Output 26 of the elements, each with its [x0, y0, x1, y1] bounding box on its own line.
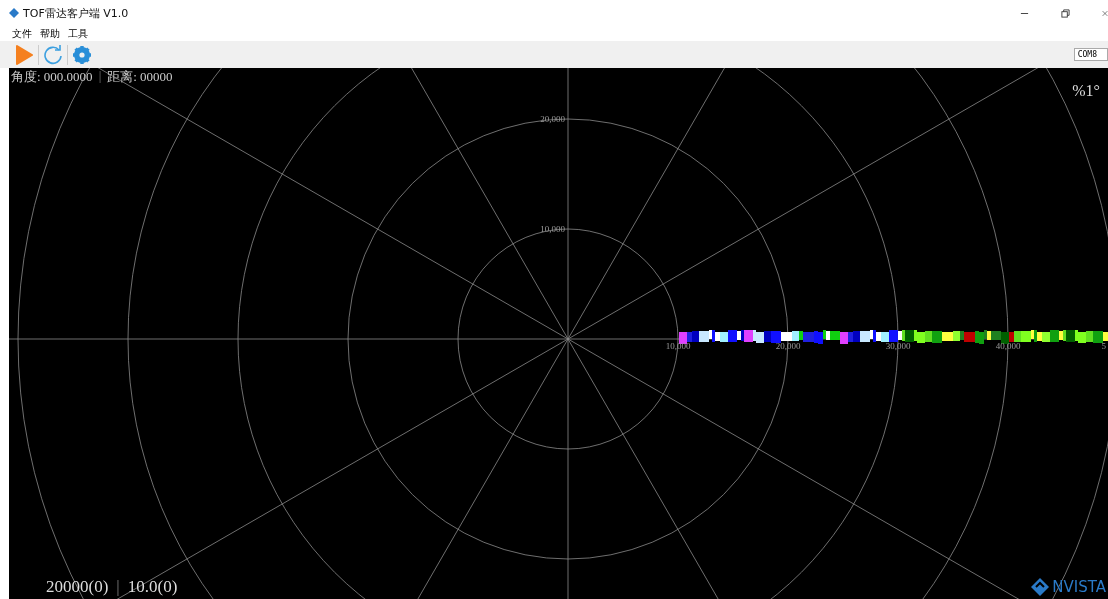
axis-label: 10,000	[665, 341, 691, 351]
axis-label: 10,000	[540, 224, 565, 234]
refresh-icon[interactable]	[43, 44, 63, 65]
axis-label: 20,000	[540, 114, 565, 124]
frequency-readout: 10.0(0)	[127, 577, 178, 597]
angle-readout: 角度: 000.0000	[11, 68, 93, 86]
angle-resolution-label: %1°	[1072, 82, 1100, 100]
brand-name: NVISTA	[1052, 578, 1106, 596]
play-icon[interactable]	[14, 44, 34, 65]
menu-item[interactable]: 帮助	[40, 26, 60, 41]
axis-label: 40,000	[995, 341, 1021, 351]
port-field[interactable]: COM8	[1073, 48, 1108, 61]
range-readout: 20000(0)	[46, 577, 109, 597]
close-button[interactable]	[1102, 8, 1108, 18]
distance-readout: 距离: 00000	[107, 68, 173, 86]
separator: |	[116, 577, 120, 597]
app-logo-icon	[9, 8, 19, 18]
restore-button[interactable]	[1061, 8, 1070, 18]
axis-label: 5	[1101, 341, 1106, 351]
menu-item[interactable]: 文件	[12, 26, 32, 41]
window-title: TOF雷达客户端 V1.0	[23, 5, 129, 21]
axis-label: 20,000	[775, 341, 801, 351]
separator: |	[98, 68, 102, 85]
axis-label: 30,000	[885, 341, 911, 351]
settings-icon[interactable]	[72, 44, 92, 65]
menu-item[interactable]: 工具	[68, 26, 88, 41]
